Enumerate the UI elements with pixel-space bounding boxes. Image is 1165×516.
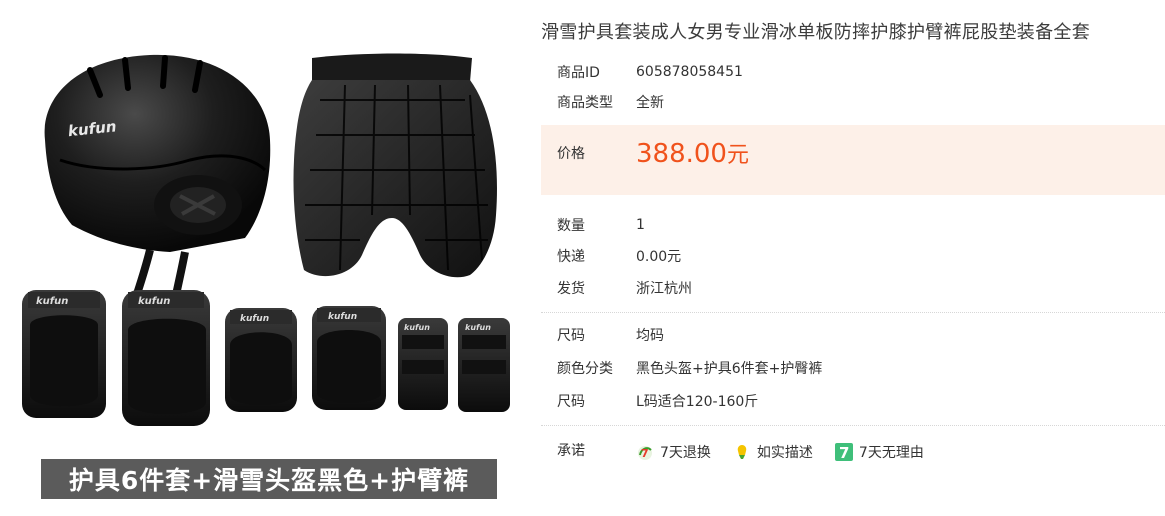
divider <box>541 312 1165 313</box>
shipping-value: 0.00元 <box>636 249 682 265</box>
elbow-pads: kufun kufun <box>225 306 386 412</box>
svg-text:7: 7 <box>641 447 649 460</box>
promise-label-3: 7天无理由 <box>858 445 924 461</box>
image-caption: 护具6件套+滑雪头盔黑色+护臂裤 <box>41 459 497 499</box>
quantity-label: 数量 <box>557 218 585 234</box>
size2-value[interactable]: L码适合120-160斤 <box>636 391 758 411</box>
promise-seven-day-no-reason[interactable]: 7 7天无理由 <box>834 442 924 462</box>
product-photo: kufun kufun kufun kufun kufun kufun kufu… <box>22 53 510 426</box>
accurate-description-icon <box>737 445 747 459</box>
padded-shorts <box>293 53 497 278</box>
product-title: 滑雪护具套装成人女男专业滑冰单板防摔护膝护臂裤屁股垫装备全套 <box>541 22 1090 43</box>
price-value: 388.00 元 <box>636 137 749 169</box>
size2-label: 尺码 <box>557 394 585 410</box>
price-box: 价格 388.00 元 <box>541 125 1165 195</box>
promise-list: 7 7天退换 如实描述 7 7天无理由 <box>636 442 924 462</box>
product-image[interactable]: kufun kufun kufun kufun kufun kufun kufu… <box>0 0 540 512</box>
product-info-panel: 滑雪护具套装成人女男专业滑冰单板防摔护膝护臂裤屁股垫装备全套 商品ID 6058… <box>541 0 1165 512</box>
svg-text:kufun: kufun <box>138 296 170 307</box>
svg-text:7: 7 <box>839 444 849 461</box>
seven-day-no-reason-icon: 7 <box>834 443 853 461</box>
origin-label: 发货 <box>557 281 585 297</box>
promise-label-1: 7天退换 <box>660 445 711 461</box>
shipping-row: 快递 0.00元 <box>541 246 681 266</box>
size-label: 尺码 <box>557 328 585 344</box>
size2-row: 尺码 L码适合120-160斤 <box>541 391 758 411</box>
price-unit: 元 <box>726 143 749 168</box>
price-label: 价格 <box>557 146 585 162</box>
product-id-label: 商品ID <box>557 65 600 81</box>
product-type-row: 商品类型 全新 <box>541 92 664 112</box>
knee-pads: kufun kufun <box>22 290 210 426</box>
svg-text:kufun: kufun <box>465 323 491 332</box>
color-value[interactable]: 黑色头盔+护具6件套+护臀裤 <box>636 358 822 378</box>
origin-row: 发货 浙江杭州 <box>541 278 692 298</box>
product-type-label: 商品类型 <box>557 95 613 111</box>
origin-value: 浙江杭州 <box>636 281 692 297</box>
size-row: 尺码 均码 <box>541 325 664 345</box>
product-type-value: 全新 <box>636 95 664 111</box>
svg-text:kufun: kufun <box>328 312 357 322</box>
color-row: 颜色分类 黑色头盔+护具6件套+护臀裤 <box>541 358 822 378</box>
promise-label: 承诺 <box>557 443 585 459</box>
price-amount: 388.00 <box>636 139 727 169</box>
seven-day-return-icon: 7 <box>638 446 652 460</box>
quantity-row: 数量 1 <box>541 215 645 235</box>
divider <box>541 425 1165 426</box>
promise-accurate-description[interactable]: 如实描述 <box>733 442 813 462</box>
color-label: 颜色分类 <box>557 361 613 377</box>
promise-seven-day-return[interactable]: 7 7天退换 <box>636 442 711 462</box>
svg-text:kufun: kufun <box>404 323 430 332</box>
helmet: kufun <box>44 54 271 302</box>
promise-label-2: 如实描述 <box>756 445 813 461</box>
product-id-value: 605878058451 <box>636 64 743 80</box>
shipping-label: 快递 <box>557 249 585 265</box>
promise-row: 承诺 7 7天退换 如实描述 7 7天无理由 <box>541 440 924 466</box>
product-id-row: 商品ID 605878058451 <box>541 62 743 82</box>
svg-text:kufun: kufun <box>240 314 269 324</box>
wrist-guards: kufun kufun <box>398 318 510 412</box>
quantity-value: 1 <box>636 217 645 233</box>
svg-text:kufun: kufun <box>36 296 68 307</box>
size-value[interactable]: 均码 <box>636 325 664 345</box>
